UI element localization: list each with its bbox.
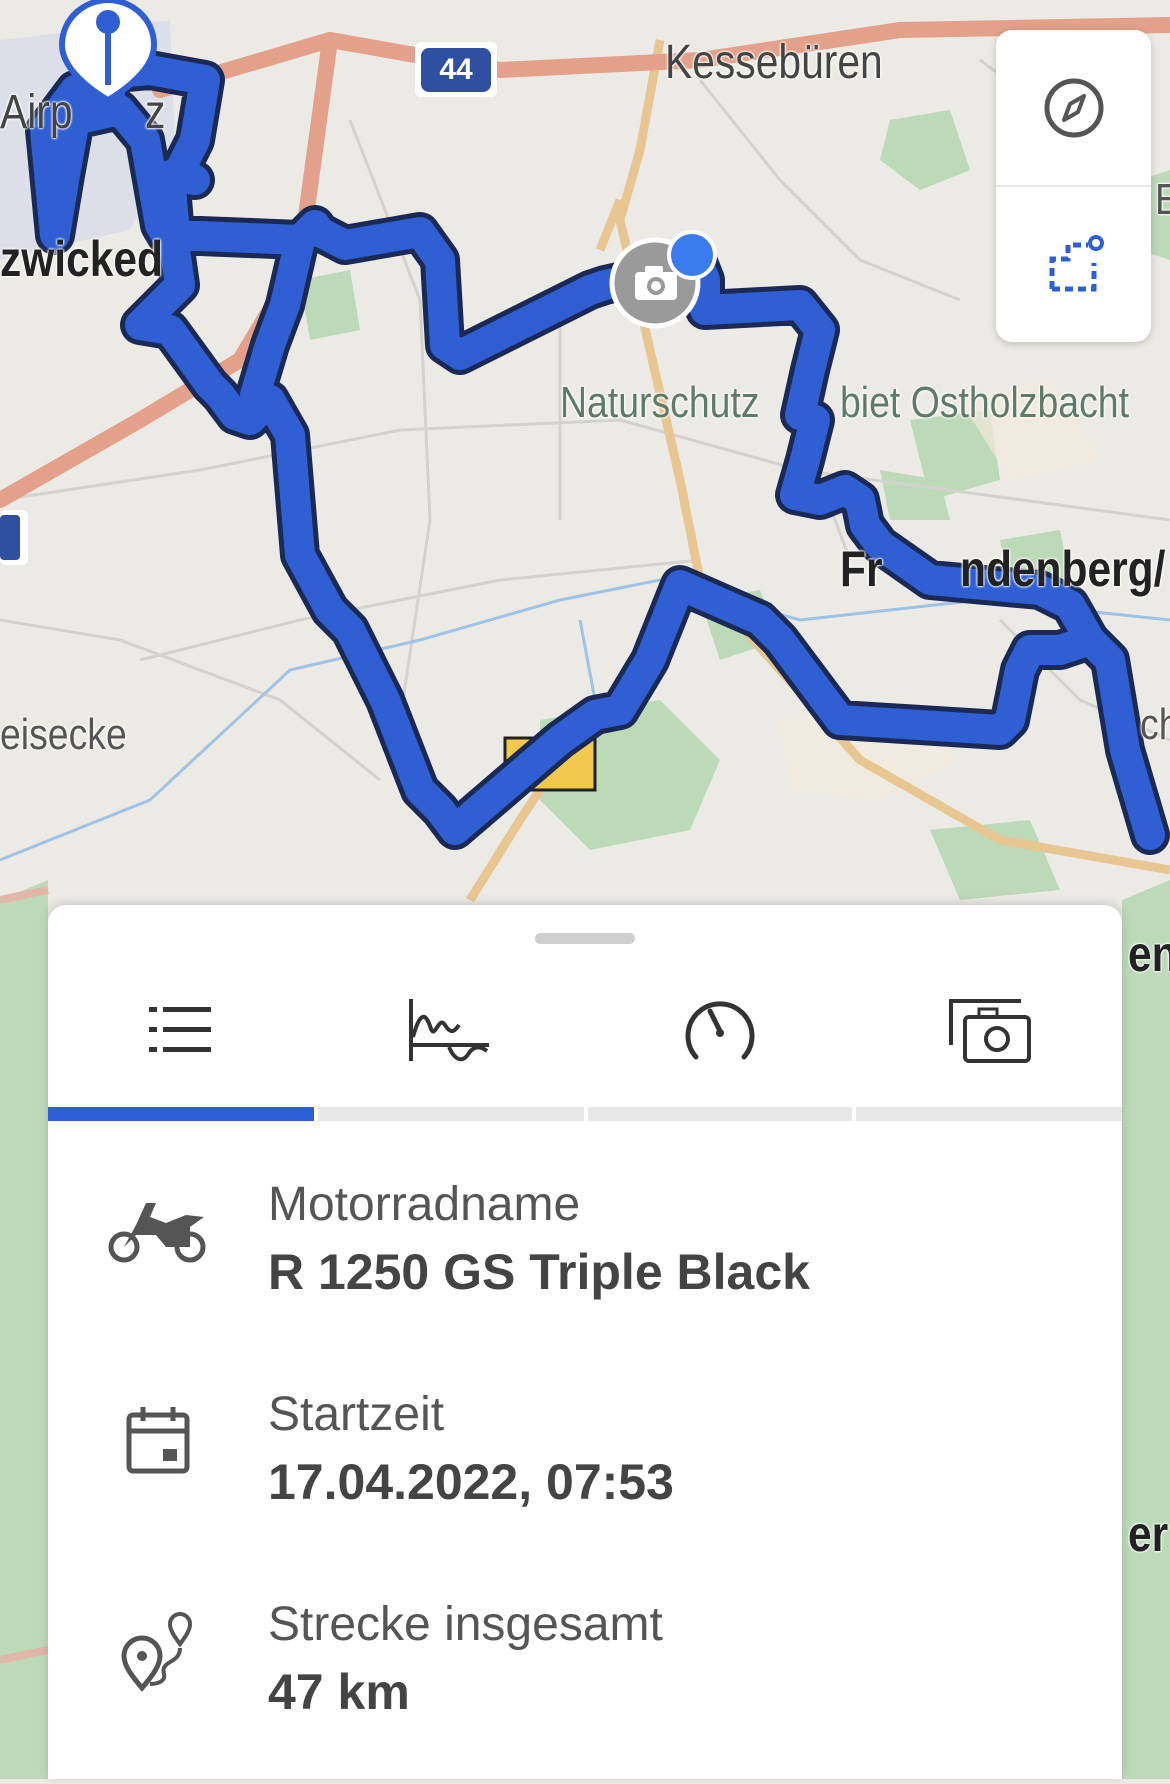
map-controls	[996, 30, 1151, 342]
sheet-grabber[interactable]	[535, 933, 635, 944]
map-label-airport-tail: z	[145, 86, 166, 139]
photos-icon	[949, 999, 1031, 1063]
map-label-airport: Airp	[0, 86, 73, 139]
current-location-dot	[667, 230, 717, 280]
tab-speed[interactable]	[588, 975, 852, 1085]
detail-row-distance: Strecke insgesamt 47 km	[48, 1575, 1122, 1725]
tab-overview[interactable]	[48, 975, 312, 1085]
map-label-froendenberg-a: Fr	[840, 541, 883, 597]
motorcycle-value: R 1250 GS Triple Black	[268, 1244, 810, 1300]
map-label-froendenberg-b: ndenberg/	[960, 541, 1166, 597]
list-icon	[149, 1007, 211, 1052]
motorcycle-icon	[103, 1175, 213, 1285]
map-label-zwickede: zwicked	[0, 231, 163, 287]
speedometer-icon	[685, 1001, 755, 1060]
compass-button[interactable]	[996, 30, 1151, 185]
compass-icon	[1044, 78, 1103, 137]
trip-details-sheet: Motorradname R 1250 GS Triple Black Star…	[48, 905, 1122, 1779]
map-label-naturschutz: Naturschutz	[560, 378, 760, 427]
map-label-kessebueren: Kessebüren	[665, 36, 883, 89]
highway-shield: 44	[415, 42, 497, 97]
calendar-icon	[103, 1385, 213, 1495]
map-label-naturschutz-tail: biet Ostholzbacht	[840, 378, 1129, 427]
tab-photos[interactable]	[858, 975, 1122, 1085]
distance-value: 47 km	[268, 1664, 410, 1720]
motorcycle-label: Motorradname	[268, 1178, 581, 1231]
tab-indicator-overview	[48, 1107, 314, 1121]
tab-elevation[interactable]	[318, 975, 582, 1085]
route-icon	[103, 1595, 213, 1705]
tab-indicator-speed	[588, 1107, 852, 1121]
map-label-eisecke: eisecke	[0, 710, 127, 759]
distance-label: Strecke insgesamt	[268, 1598, 663, 1651]
route-select-icon	[1049, 234, 1104, 291]
highway-number: 44	[421, 47, 491, 92]
elevation-chart-icon	[409, 999, 489, 1062]
start-time-value: 17.04.2022, 07:53	[268, 1454, 674, 1510]
tab-indicator-elevation	[318, 1107, 584, 1121]
map-label-right-e: E	[1155, 175, 1170, 225]
detail-row-motorcycle: Motorradname R 1250 GS Triple Black	[48, 1155, 1122, 1305]
map-label-right-en: en	[1128, 926, 1170, 982]
route-select-button[interactable]	[996, 187, 1151, 342]
detail-row-start-time: Startzeit 17.04.2022, 07:53	[48, 1365, 1122, 1515]
map-label-right-ch: ch	[1140, 700, 1170, 749]
map-label-right-er: er	[1128, 1506, 1169, 1562]
tab-indicator-photos	[856, 1107, 1122, 1121]
start-time-label: Startzeit	[268, 1388, 445, 1441]
